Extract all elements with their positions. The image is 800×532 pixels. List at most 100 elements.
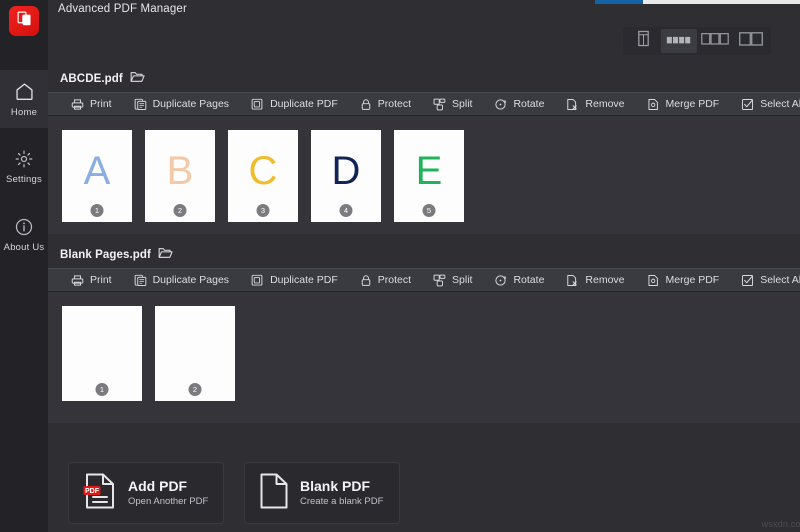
printer-icon [71, 98, 84, 111]
open-folder-icon[interactable] [158, 246, 173, 265]
view-mode-three-column[interactable] [697, 29, 733, 53]
toolbar-label: Protect [377, 98, 412, 110]
sidebar-item-label: Home [10, 106, 38, 118]
page-letter: A [83, 149, 111, 193]
page-number-badge: 1 [90, 204, 104, 217]
toolbar-label: Split [452, 274, 473, 286]
checkbox-icon [741, 98, 754, 111]
toolbar-select-all-button[interactable]: Select All [730, 268, 800, 292]
duplicate-pages-icon [134, 274, 147, 287]
two-columns-icon [739, 31, 764, 51]
toolbar-label: Print [90, 98, 112, 110]
toolbar-duplicate-pages-button[interactable]: Duplicate Pages [123, 92, 240, 116]
file-header: Blank Pages.pdf [48, 242, 800, 268]
add-pdf-button[interactable]: PDF Add PDF Open Another PDF [68, 462, 224, 524]
toolbar-label: Duplicate PDF [270, 274, 338, 286]
open-folder-icon[interactable] [130, 70, 145, 89]
action-subtitle: Create a blank PDF [300, 495, 384, 507]
file-toolbar: Print Duplicate Pages Duplicate PDF Prot… [48, 92, 800, 116]
lock-icon [360, 274, 372, 287]
sidebar-item-label: Settings [6, 174, 42, 185]
page-thumbnail[interactable]: A 1 [62, 130, 132, 222]
app-title: Advanced PDF Manager [58, 3, 187, 15]
sidebar: Home Settings About Us [0, 0, 48, 532]
page-number-badge: 3 [256, 204, 270, 217]
sidebar-item-settings[interactable]: Settings [0, 138, 48, 196]
blank-pdf-text: Blank PDF Create a blank PDF [300, 478, 383, 508]
blank-pdf-button[interactable]: Blank PDF Create a blank PDF [244, 462, 400, 524]
view-mode-group [623, 27, 772, 55]
action-title: Add PDF [128, 478, 188, 495]
toolbar-label: Duplicate PDF [270, 98, 338, 110]
toolbar-split-button[interactable]: Split [422, 268, 483, 292]
toolbar-label: Merge PDF [665, 274, 720, 286]
toolbar-rotate-button[interactable]: Rotate [483, 268, 555, 292]
file-section-abcde: ABCDE.pdf Print Duplicate Pages Duplicat… [48, 66, 800, 234]
page-thumbnail[interactable]: 2 [155, 306, 235, 401]
toolbar-label: Split [452, 98, 473, 110]
list-rows-icon [666, 32, 692, 50]
merge-pdf-icon [647, 274, 660, 287]
toolbar-duplicate-pdf-button[interactable]: Duplicate PDF [240, 268, 349, 292]
page-number-badge: 4 [339, 204, 353, 217]
file-name: Blank Pages.pdf [60, 249, 151, 261]
toolbar-remove-button[interactable]: Remove [555, 92, 635, 116]
single-page-icon [636, 30, 651, 52]
blank-document-icon [259, 472, 289, 515]
app-header: Advanced PDF Manager [48, 0, 800, 66]
add-pdf-text: Add PDF Open Another PDF [128, 478, 208, 508]
rotate-icon [494, 274, 507, 287]
main-area: Advanced PDF Manager ABCDE.pdf Print Dup… [48, 0, 800, 532]
toolbar-print-button[interactable]: Print [60, 268, 123, 292]
page-thumbnail[interactable]: 1 [62, 306, 142, 401]
app-logo [9, 6, 39, 36]
lock-icon [360, 98, 372, 111]
split-icon [433, 98, 446, 111]
remove-icon [566, 274, 579, 287]
toolbar-label: Select All [760, 98, 800, 110]
watermark: wsxdn.com [761, 519, 800, 529]
page-thumbnail-grid: 1 2 [48, 292, 800, 423]
toolbar-remove-button[interactable]: Remove [555, 268, 635, 292]
sidebar-item-about-us[interactable]: About Us [0, 206, 48, 264]
pdf-badge-label: PDF [85, 488, 100, 495]
footer-actions: PDF Add PDF Open Another PDF Blank PDF C… [48, 454, 800, 532]
file-list-area: ABCDE.pdf Print Duplicate Pages Duplicat… [48, 66, 800, 454]
pdf-app-logo-icon [16, 10, 33, 32]
toolbar-protect-button[interactable]: Protect [349, 268, 422, 292]
page-thumbnail[interactable]: E 5 [394, 130, 464, 222]
toolbar-label: Select All [760, 274, 800, 286]
toolbar-duplicate-pages-button[interactable]: Duplicate Pages [123, 268, 240, 292]
view-mode-two-column[interactable] [733, 29, 769, 53]
file-section-blank-pages: Blank Pages.pdf Print Duplicate Pages Du… [48, 242, 800, 423]
toolbar-duplicate-pdf-button[interactable]: Duplicate PDF [240, 92, 349, 116]
toolbar-merge-pdf-button[interactable]: Merge PDF [636, 92, 731, 116]
toolbar-label: Rotate [513, 274, 545, 286]
rotate-icon [494, 98, 507, 111]
app-window: Home Settings About Us Advanced PDF Mana… [0, 0, 800, 532]
info-icon [14, 217, 34, 237]
view-mode-list[interactable] [661, 29, 698, 53]
duplicate-pages-icon [134, 98, 147, 111]
page-letter: C [248, 149, 278, 193]
toolbar-merge-pdf-button[interactable]: Merge PDF [636, 268, 731, 292]
page-letter: D [331, 149, 361, 193]
toolbar-select-all-button[interactable]: Select All [730, 92, 800, 116]
remove-icon [566, 98, 579, 111]
page-thumbnail[interactable]: B 2 [145, 130, 215, 222]
page-thumbnail[interactable]: C 3 [228, 130, 298, 222]
page-letter: E [415, 149, 443, 193]
toolbar-rotate-button[interactable]: Rotate [483, 92, 555, 116]
toolbar-split-button[interactable]: Split [422, 92, 483, 116]
page-thumbnail[interactable]: D 4 [311, 130, 381, 222]
page-number-badge: 5 [422, 204, 436, 217]
toolbar-label: Print [90, 274, 112, 286]
printer-icon [71, 274, 84, 287]
sidebar-item-home[interactable]: Home [0, 70, 48, 128]
toolbar-print-button[interactable]: Print [60, 92, 123, 116]
view-mode-single-page[interactable] [625, 29, 661, 53]
toolbar-label: Remove [585, 98, 625, 110]
toolbar-label: Duplicate Pages [152, 274, 230, 286]
toolbar-protect-button[interactable]: Protect [349, 92, 422, 116]
gear-icon [14, 149, 34, 169]
